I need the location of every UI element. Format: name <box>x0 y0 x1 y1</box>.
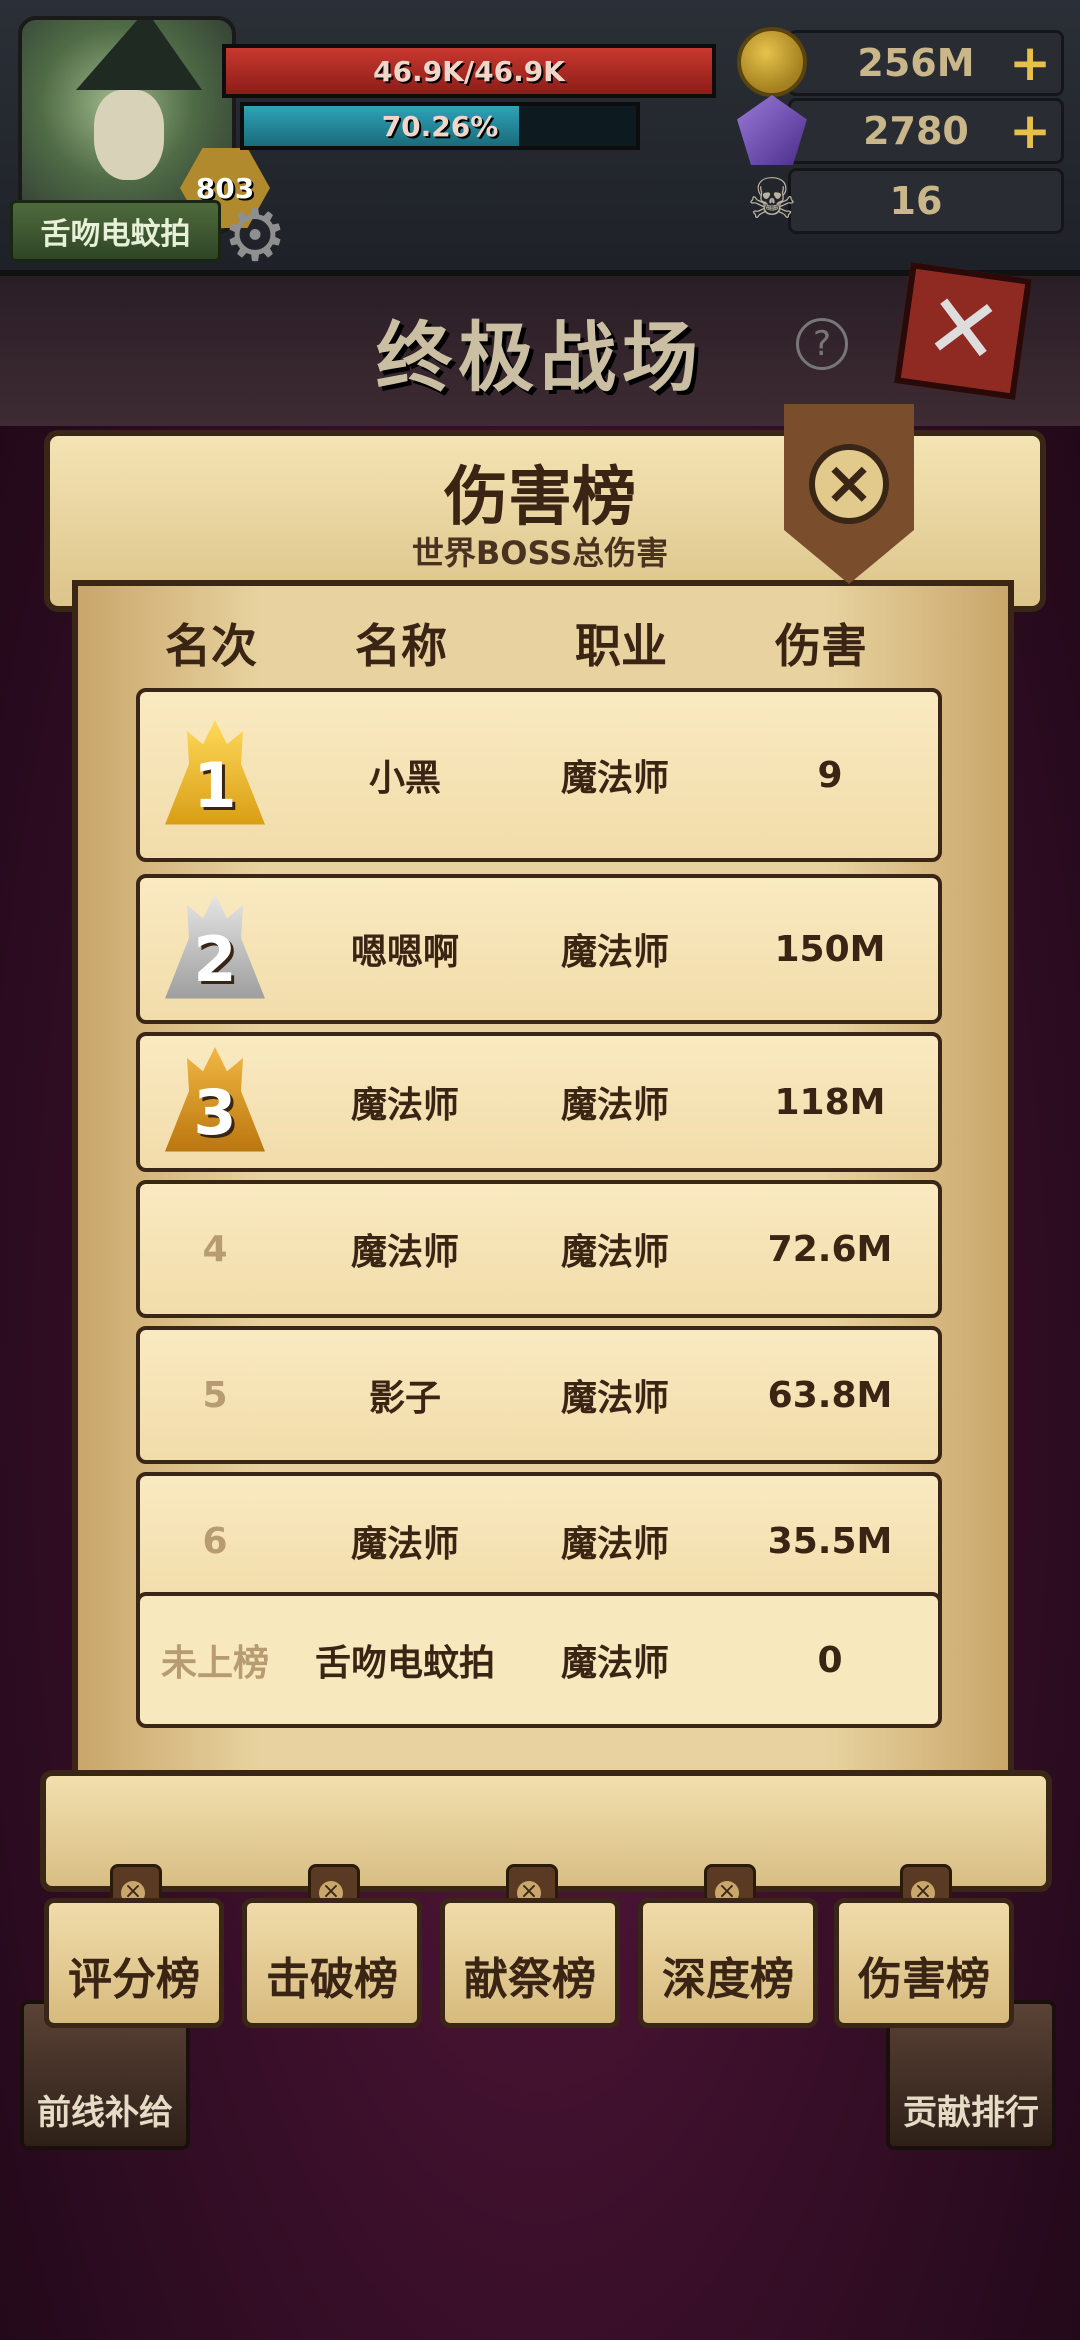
ranking-row[interactable]: 2 嗯嗯啊 魔法师 150M <box>136 874 942 1024</box>
gold-value: 256M <box>857 41 975 85</box>
add-gem-button[interactable]: + <box>1009 101 1051 161</box>
player-name: 舌吻电蚊拍 <box>10 200 221 262</box>
tab-score-rank[interactable]: 评分榜 <box>44 1898 224 2028</box>
damage-cell: 63.8M <box>767 1374 893 1416</box>
name-cell: 魔法师 <box>350 1085 459 1126</box>
damage-cell: 118M <box>774 1081 886 1123</box>
rank-cell: 5 <box>202 1374 228 1416</box>
name-cell: 魔法师 <box>350 1524 459 1565</box>
status-bar: 803 舌吻电蚊拍 ⚙ 46.9K/46.9K 70.26% 256M + 27… <box>0 0 1080 276</box>
skull-icon: ☠ <box>746 167 798 232</box>
ranking-row[interactable]: 1 小黑 魔法师 9 <box>136 688 942 862</box>
gem-value: 2780 <box>863 109 969 153</box>
my-job-cell: 魔法师 <box>560 1643 669 1684</box>
my-rank-cell: 未上榜 <box>160 1643 269 1684</box>
hat-shape <box>76 20 202 90</box>
tab-sacrifice-rank[interactable]: 献祭榜 <box>440 1898 620 2028</box>
gold-medal-icon: 1 <box>165 720 265 825</box>
col-rank: 名次 <box>165 619 257 673</box>
ranking-row[interactable]: 5 影子 魔法师 63.8M <box>136 1326 942 1464</box>
name-cell: 小黑 <box>368 758 441 799</box>
job-cell: 魔法师 <box>560 1232 669 1273</box>
col-job: 职业 <box>575 619 667 673</box>
damage-cell: 150M <box>774 928 886 970</box>
panel-title: 伤害榜 <box>444 461 636 535</box>
my-ranking-row: 未上榜 舌吻电蚊拍 魔法师 0 <box>136 1592 942 1728</box>
name-cell: 魔法师 <box>350 1232 459 1273</box>
xp-text: 70.26% <box>381 109 499 143</box>
add-gold-button[interactable]: + <box>1009 33 1051 93</box>
name-cell: 嗯嗯啊 <box>350 932 459 973</box>
damage-cell: 9 <box>817 754 843 796</box>
col-damage: 伤害 <box>775 619 867 673</box>
col-name: 名称 <box>355 619 447 673</box>
job-cell: 魔法师 <box>560 1085 669 1126</box>
ranking-list[interactable]: 1 小黑 魔法师 9 2 嗯嗯啊 魔法师 150M 3 魔法师 魔法师 118M… <box>136 688 942 1728</box>
close-icon: × <box>809 444 889 524</box>
my-damage-cell: 0 <box>817 1639 843 1681</box>
my-name-cell: 舌吻电蚊拍 <box>314 1643 495 1684</box>
settings-gear-icon[interactable]: ⚙ <box>218 198 292 272</box>
silver-medal-icon: 2 <box>165 894 265 999</box>
xp-bar: 70.26% <box>240 102 640 150</box>
name-cell: 影子 <box>368 1378 441 1419</box>
tab-depth-rank[interactable]: 深度榜 <box>638 1898 818 2028</box>
purple-gem-icon <box>737 95 807 165</box>
job-cell: 魔法师 <box>560 1378 669 1419</box>
gold-counter: 256M + <box>737 27 1064 97</box>
job-cell: 魔法师 <box>560 932 669 973</box>
gold-coin-icon <box>737 27 807 97</box>
rank-cell: 4 <box>202 1228 228 1270</box>
hp-text: 46.9K/46.9K <box>373 54 565 88</box>
rank-cell: 1 <box>140 692 290 858</box>
rank-cell: 2 <box>140 878 290 1020</box>
ranking-row[interactable]: 6 魔法师 魔法师 35.5M <box>136 1472 942 1610</box>
rank-cell: 3 <box>140 1036 290 1168</box>
skull-counter: ☠ 16 <box>747 167 1064 234</box>
gem-counter: 2780 + <box>737 95 1064 165</box>
hp-bar: 46.9K/46.9K <box>222 44 716 98</box>
job-cell: 魔法师 <box>560 758 669 799</box>
help-icon[interactable]: ? <box>796 318 848 370</box>
damage-cell: 35.5M <box>767 1520 893 1562</box>
ranking-row[interactable]: 3 魔法师 魔法师 118M <box>136 1032 942 1172</box>
face-shape <box>94 90 164 180</box>
close-page-button[interactable]: ✕ <box>894 262 1032 400</box>
panel-subtitle: 世界BOSS总伤害 <box>411 534 669 572</box>
ranking-row[interactable]: 4 魔法师 魔法师 72.6M <box>136 1180 942 1318</box>
skull-value: 16 <box>889 179 943 223</box>
rank-cell: 6 <box>202 1520 228 1562</box>
damage-cell: 72.6M <box>767 1228 893 1270</box>
tab-damage-rank[interactable]: 伤害榜 <box>834 1898 1014 2028</box>
tab-break-rank[interactable]: 击破榜 <box>242 1898 422 2028</box>
job-cell: 魔法师 <box>560 1524 669 1565</box>
bronze-medal-icon: 3 <box>165 1047 265 1152</box>
